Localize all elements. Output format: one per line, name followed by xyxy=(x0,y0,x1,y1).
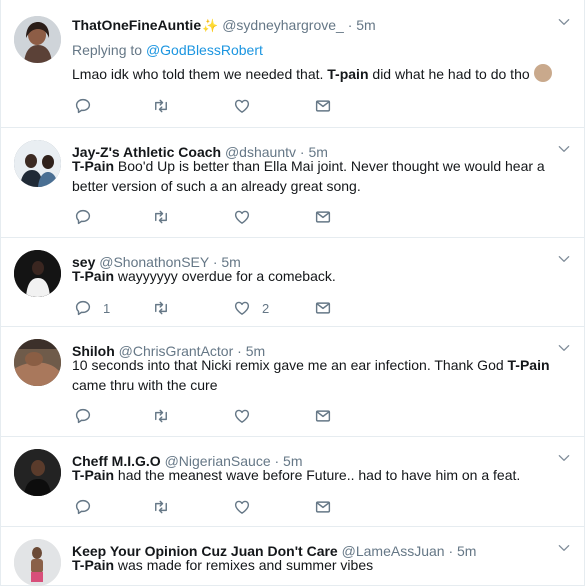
retweet-button[interactable] xyxy=(152,96,170,116)
tweet-item[interactable]: Shiloh @ChrisGrantActor · 5m 10 seconds … xyxy=(1,326,584,437)
retweet-button[interactable] xyxy=(152,497,170,517)
like-button[interactable] xyxy=(233,207,251,227)
reply-icon xyxy=(74,498,92,516)
message-button[interactable] xyxy=(314,207,332,227)
tweet-actions: 1 2 xyxy=(72,298,372,318)
tweet-text: 10 seconds into that Nicki remix gave me… xyxy=(72,357,550,393)
like-icon xyxy=(233,97,251,115)
replying-to: Replying to @GodBlessRobert xyxy=(72,42,263,58)
message-icon xyxy=(314,97,332,115)
like-button[interactable]: 2 xyxy=(233,298,269,318)
tweet-feed: ThatOneFineAuntie✨ @sydneyhargrove_ · 5m… xyxy=(0,0,584,586)
chevron-down-icon[interactable] xyxy=(556,450,572,466)
reply-icon xyxy=(74,407,92,425)
like-button[interactable] xyxy=(233,406,251,426)
tweet-item[interactable]: sey @ShonathonSEY · 5m T-Pain wayyyyyy o… xyxy=(1,237,584,327)
retweet-icon xyxy=(152,407,170,425)
chevron-down-icon[interactable] xyxy=(556,540,572,556)
message-icon xyxy=(314,208,332,226)
message-icon xyxy=(314,299,332,317)
reply-icon xyxy=(74,299,92,317)
tweet-item[interactable]: Cheff M.I.G.O @NigerianSauce · 5m T-Pain… xyxy=(1,436,584,527)
tweet-item[interactable]: ThatOneFineAuntie✨ @sydneyhargrove_ · 5m… xyxy=(1,0,584,128)
reply-icon xyxy=(74,97,92,115)
chevron-down-icon[interactable] xyxy=(556,141,572,157)
reply-button[interactable] xyxy=(74,96,92,116)
avatar[interactable] xyxy=(14,339,61,386)
like-icon xyxy=(233,299,251,317)
reply-button[interactable] xyxy=(74,207,92,227)
avatar[interactable] xyxy=(14,539,61,586)
chevron-down-icon[interactable] xyxy=(556,14,572,30)
sparkle-icon: ✨ xyxy=(202,18,219,33)
tweet-actions xyxy=(72,96,372,116)
like-icon xyxy=(233,498,251,516)
tweet-text: Lmao idk who told them we needed that. T… xyxy=(72,64,562,84)
display-name[interactable]: ThatOneFineAuntie xyxy=(72,17,201,33)
like-icon xyxy=(233,407,251,425)
tweet-text: T-Pain had the meanest wave before Futur… xyxy=(72,467,521,483)
timestamp[interactable]: · 5m xyxy=(348,17,376,33)
chevron-down-icon[interactable] xyxy=(556,340,572,356)
like-icon xyxy=(233,208,251,226)
tweet-text: T-Pain Boo'd Up is better than Ella Mai … xyxy=(72,158,545,194)
retweet-button[interactable] xyxy=(152,207,170,227)
tweet-header: ThatOneFineAuntie✨ @sydneyhargrove_ · 5m xyxy=(72,16,376,35)
retweet-icon xyxy=(152,498,170,516)
message-button[interactable] xyxy=(314,96,332,116)
avatar[interactable] xyxy=(14,16,61,63)
message-icon xyxy=(314,498,332,516)
tweet-item[interactable]: Keep Your Opinion Cuz Juan Don't Care @L… xyxy=(1,526,584,586)
reply-count: 1 xyxy=(103,300,111,316)
like-count: 2 xyxy=(262,300,270,316)
avatar[interactable] xyxy=(14,449,61,496)
tweet-text: T-Pain wayyyyyy overdue for a comeback. xyxy=(72,268,336,284)
avatar[interactable] xyxy=(14,250,61,297)
reply-handle-link[interactable]: @GodBlessRobert xyxy=(146,42,263,58)
reply-button[interactable]: 1 xyxy=(74,298,110,318)
reply-icon xyxy=(74,208,92,226)
avatar[interactable] xyxy=(14,140,61,187)
retweet-icon xyxy=(152,97,170,115)
chevron-down-icon[interactable] xyxy=(556,251,572,267)
user-handle[interactable]: @sydneyhargrove_ xyxy=(222,17,344,33)
retweet-button[interactable] xyxy=(152,406,170,426)
tweet-text: T-Pain was made for remixes and summer v… xyxy=(72,557,374,573)
like-button[interactable] xyxy=(233,96,251,116)
tweet-actions xyxy=(72,497,372,517)
retweet-button[interactable] xyxy=(152,298,170,318)
message-button[interactable] xyxy=(314,497,332,517)
retweet-icon xyxy=(152,299,170,317)
reply-button[interactable] xyxy=(74,497,92,517)
like-button[interactable] xyxy=(233,497,251,517)
tweet-actions xyxy=(72,406,372,426)
tweet-item[interactable]: Jay-Z's Athletic Coach @dshauntv · 5m T-… xyxy=(1,127,584,238)
clap-emoji xyxy=(533,64,552,82)
message-icon xyxy=(314,407,332,425)
retweet-icon xyxy=(152,208,170,226)
message-button[interactable] xyxy=(314,298,332,318)
message-button[interactable] xyxy=(314,406,332,426)
reply-button[interactable] xyxy=(74,406,92,426)
tweet-actions xyxy=(72,207,372,227)
